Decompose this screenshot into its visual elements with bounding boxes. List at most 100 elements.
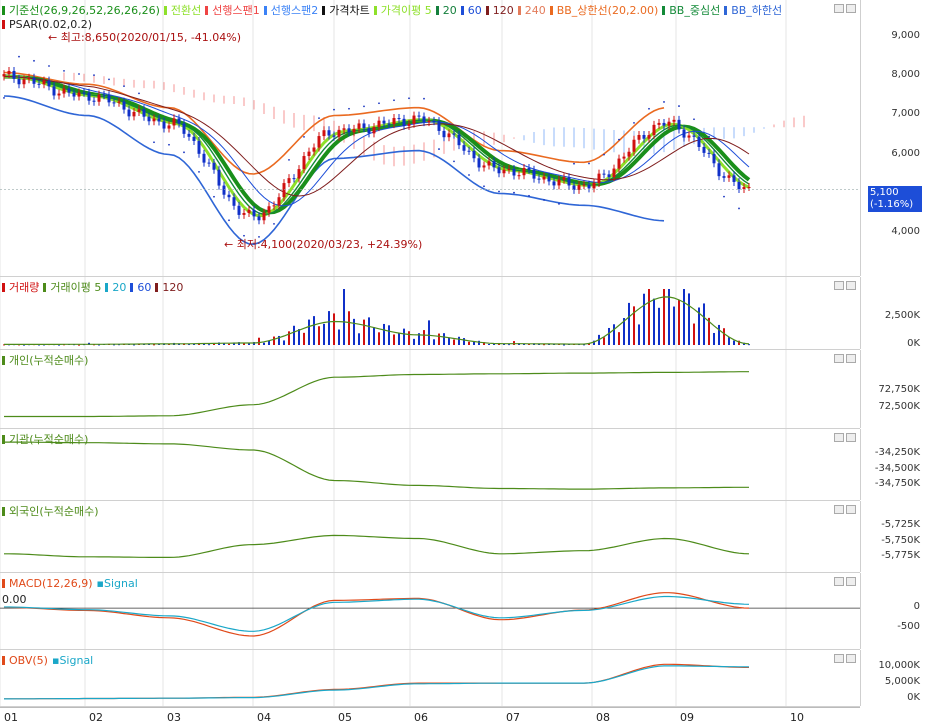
candle-body [487,161,491,166]
volume-bar [323,323,325,345]
volume-bar [388,325,390,345]
volume-bar [348,311,350,345]
obv-axis: 10,000K 5,000K 0K [860,650,925,706]
close-icon[interactable] [846,505,856,514]
x-tick-label: 02 [89,711,103,724]
minimize-icon[interactable] [834,505,844,514]
candle-body [187,133,191,137]
legend-entry: 거래이평 5 [50,281,102,294]
volume-bar [398,333,400,345]
close-icon[interactable] [846,654,856,663]
minimize-icon[interactable] [834,281,844,290]
candle-body [727,175,731,178]
minimize-icon[interactable] [834,433,844,442]
candle-body [107,95,111,103]
candle-body [217,169,221,186]
legend-entry: 120 [492,4,514,17]
close-icon[interactable] [846,577,856,586]
candle-body [652,124,656,136]
legend-marker [724,6,728,15]
price-panel[interactable]: 기준선(26,9,26,52,26,26,26) 전환선 선행스팬1 선행스팬2 가격차… [0,0,860,277]
volume-bar [318,326,320,345]
series-line-0 [4,663,749,700]
price-axis: 9,000 8,000 7,000 6,000 4,000 [860,0,925,276]
candle-body [602,173,606,175]
candle-body [467,150,471,152]
legend-marker [485,6,489,15]
candle-body [72,92,76,97]
minimize-icon[interactable] [834,4,844,13]
candle-body [597,173,601,183]
individual-panel-controls[interactable] [832,353,856,366]
volume-panel-controls[interactable] [832,280,856,293]
foreign-plot [0,501,787,572]
close-icon[interactable] [846,433,856,442]
psar-dot [18,55,20,58]
legend-marker [662,6,666,15]
foreign-legend: 외국인(누적순매수) [2,505,103,518]
candle-body [52,86,56,96]
high-note: ← 최고:8,650(2020/01/15, -41.04%) [48,31,242,44]
individual-panel[interactable]: 개인(누적순매수) [0,350,860,429]
candle-body [67,88,71,93]
minimize-icon[interactable] [834,654,844,663]
last-price: 5,100 [870,187,899,198]
foreign-panel-controls[interactable] [832,504,856,517]
candle-body [662,122,666,126]
candle-body [322,130,326,137]
price-panel-controls[interactable] [832,3,856,16]
institution-panel-controls[interactable] [832,432,856,445]
institution-panel[interactable]: 기관(누적순매수) [0,429,860,501]
candle-body [722,176,726,178]
macd-panel-controls[interactable] [832,576,856,589]
volume-bar [693,323,695,345]
x-tick-label: 03 [167,711,181,724]
close-icon[interactable] [846,4,856,13]
candle-body [182,123,186,134]
candle-body [427,120,431,123]
close-icon[interactable] [846,281,856,290]
minimize-icon[interactable] [834,577,844,586]
psar-dot [333,108,335,111]
foreign-label: 외국인(누적순매수) [9,505,99,518]
volume-bar [448,337,450,345]
candle-body [577,185,581,190]
candle-body [87,92,91,101]
legend-marker [517,6,521,15]
volume-panel[interactable]: 거래량 거래이평 5 20 60 120 [0,277,860,350]
volume-bar [618,332,620,345]
candle-body [632,139,636,152]
volume-bar [718,324,720,345]
candle-body [287,178,291,184]
legend-marker [130,283,134,292]
candle-body [542,176,546,180]
candle-body [692,135,696,137]
series-line-0 [4,371,749,418]
stock-chart-window: 기준선(26,9,26,52,26,26,26) 전환선 선행스팬1 선행스팬2 가격차… [0,0,925,726]
y-tick-label: 0 [913,601,920,613]
volume-bar [393,334,395,345]
series-line-0 [4,534,750,558]
legend-entry: BB_하한선 [731,4,783,17]
macd-panel[interactable]: MACD(12,26,9) ▪Signal 0.00 [0,573,860,650]
psar-dot [498,190,500,193]
volume-bar [628,302,630,345]
series-line-0 [4,441,749,490]
obv-panel-controls[interactable] [832,653,856,666]
psar-dot [468,174,470,176]
minimize-icon[interactable] [834,354,844,363]
psar-dot [348,107,350,110]
volume-bar [673,306,675,345]
foreign-panel[interactable]: 외국인(누적순매수) [0,501,860,573]
y-tick-label: 7,000 [891,108,920,120]
obv-panel[interactable]: OBV(5) ▪Signal [0,650,860,707]
candle-body [737,181,741,190]
close-icon[interactable] [846,354,856,363]
candle-body [97,94,101,102]
candle-body [232,197,236,206]
candle-body [317,136,321,148]
psar-dot [723,195,725,198]
candle-body [562,177,566,180]
candle-body [37,83,41,85]
candle-body [442,130,446,138]
